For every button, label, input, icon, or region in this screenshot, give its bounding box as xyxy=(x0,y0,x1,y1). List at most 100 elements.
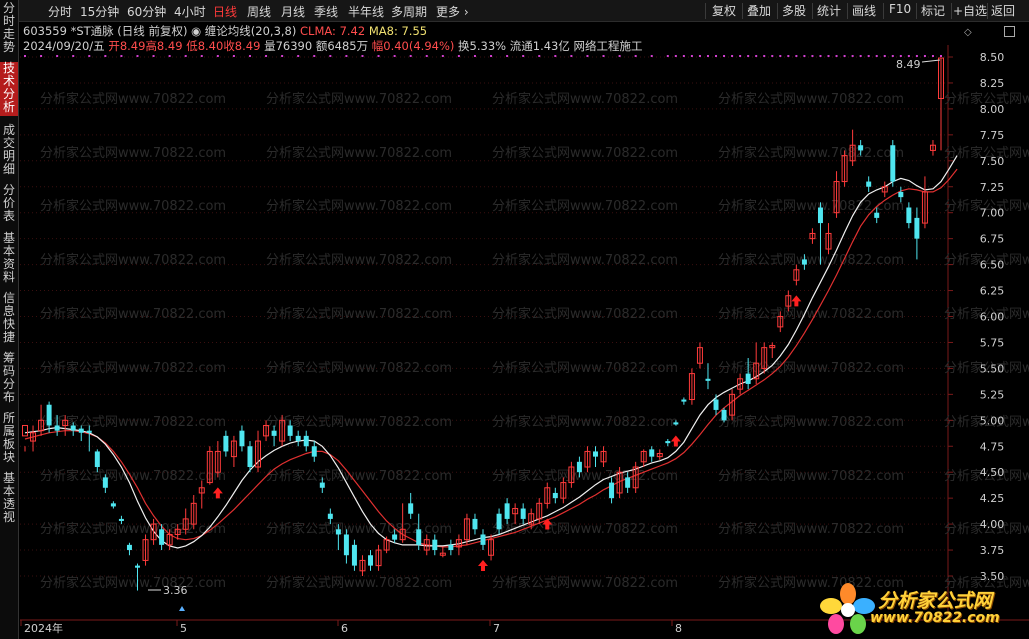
back-button[interactable]: 返回 xyxy=(991,2,1015,20)
sidebar-tab-intraday[interactable]: 分时走势 xyxy=(0,2,18,60)
tab-4hour[interactable]: 4小时 xyxy=(174,3,206,20)
kline-chart[interactable]: 分析家公式网www.70822.com 分析家公式网www.70822.com 分析… xyxy=(0,0,1029,639)
signal-dot xyxy=(232,55,235,57)
candle-body-down xyxy=(416,529,422,545)
candle-body-down xyxy=(303,435,309,447)
signal-dot xyxy=(763,55,766,57)
sidebar-tab-technical[interactable]: 技术分析 xyxy=(0,62,18,116)
watermark-text: 分析家公式网www.70822.com xyxy=(492,306,678,322)
ma8-value: MA8: 7.55 xyxy=(368,24,428,38)
signal-dot xyxy=(731,55,734,57)
candle-body-down xyxy=(906,207,912,224)
candle-body-down xyxy=(135,565,140,568)
indicator-settings-icon[interactable]: ◉ xyxy=(191,24,201,38)
tab-quarterly[interactable]: 季线 xyxy=(314,3,338,20)
sidebar-tab-sectors[interactable]: 所属板块 xyxy=(0,412,18,464)
watermark-text: 分析家公式网www.70822.com xyxy=(718,468,904,484)
tab-daily[interactable]: 日线 xyxy=(213,3,237,20)
candle-body-down xyxy=(504,503,510,519)
watermark-text: 分析家公式网www.70822.com xyxy=(266,306,452,322)
signal-dot xyxy=(827,55,830,57)
buy-arrow xyxy=(791,295,802,307)
signal-dot xyxy=(120,55,123,57)
sidebar-tab-trades[interactable]: 成交明细 xyxy=(0,124,18,176)
watermark-text: 分析家公式网www.70822.com xyxy=(266,252,452,268)
candle-body-down xyxy=(327,513,333,519)
watermark-text: 分析家公式网www.70822.com xyxy=(40,575,226,591)
toolbar-divider xyxy=(847,3,848,19)
signal-dot xyxy=(723,55,726,57)
signal-dot xyxy=(779,55,782,57)
add-watchlist-button[interactable]: +自选 xyxy=(953,2,987,20)
window-restore-icon[interactable] xyxy=(1004,26,1015,37)
tab-15min[interactable]: 15分钟 xyxy=(80,3,119,20)
sidebar-tab-profile[interactable]: 基本资料 xyxy=(0,232,18,284)
signal-dot xyxy=(747,55,750,57)
more-periods-button[interactable]: 更多 › xyxy=(436,3,469,20)
clma-line xyxy=(24,168,958,548)
watermark-text: 分析家公式网www.70822.com xyxy=(492,198,678,214)
x-tick-label: 2024年 xyxy=(24,621,63,635)
candle-body-down xyxy=(480,534,486,545)
signal-dot xyxy=(297,55,300,57)
statistics-button[interactable]: 统计 xyxy=(817,2,841,20)
tab-60min[interactable]: 60分钟 xyxy=(127,3,166,20)
watermark-text: 分析家公式网www.70822.com xyxy=(266,198,452,214)
diamond-icon[interactable]: ◇ xyxy=(964,27,972,38)
x-tick-label: 8 xyxy=(675,622,682,635)
watermark-text: 分析家公式网www.70822.com xyxy=(40,360,226,376)
tab-weekly[interactable]: 周线 xyxy=(247,3,271,20)
candle-body-down xyxy=(472,518,478,530)
sidebar-tab-fundamentals[interactable]: 基本透视 xyxy=(0,472,18,524)
tab-multi-period[interactable]: 多周期 xyxy=(391,3,427,20)
watermark-text: 分析家公式网www.70822.com xyxy=(718,91,904,107)
sidebar-tab-news[interactable]: 信息快捷 xyxy=(0,292,18,344)
f10-button[interactable]: F10 xyxy=(889,2,911,20)
overlay-button[interactable]: 叠加 xyxy=(747,2,771,20)
low-price-marker: 3.36 xyxy=(163,584,188,597)
signal-dot xyxy=(795,55,798,57)
watermark-text: 分析家公式网www.70822.com xyxy=(40,468,226,484)
signal-dot xyxy=(72,55,75,57)
high-marker-leader xyxy=(921,59,941,63)
candle-body-down xyxy=(102,477,108,488)
signal-dot xyxy=(843,55,846,57)
watermark-text: 分析家公式网www.70822.com xyxy=(266,145,452,161)
mark-button[interactable]: 标记 xyxy=(921,2,945,20)
signal-dot xyxy=(819,55,822,57)
signal-dot xyxy=(803,55,806,57)
watermark-text: 分析家公式网www.70822.com xyxy=(718,414,904,430)
signal-dot xyxy=(554,55,557,57)
signal-dot xyxy=(538,55,541,57)
candle-body-down xyxy=(408,503,414,514)
signal-dot xyxy=(739,55,742,57)
stock-name: *ST通脉 xyxy=(70,24,114,38)
indicator-name[interactable]: 缠论均线(20,3,8) xyxy=(205,24,297,38)
watermark-text: 分析家公式网www.70822.com xyxy=(40,306,226,322)
candle-body-down xyxy=(295,435,301,442)
tab-intraday[interactable]: 分时 xyxy=(48,3,72,20)
signal-dot xyxy=(361,55,364,57)
left-vertical-tabs: 分时走势 技术分析 成交明细 分价表 基本资料 信息快捷 筹码分布 所属板块 基… xyxy=(0,0,19,639)
buy-arrow xyxy=(212,487,223,499)
multi-stock-button[interactable]: 多股 xyxy=(782,2,806,20)
signal-dot xyxy=(602,55,605,57)
sidebar-tab-price-table[interactable]: 分价表 xyxy=(0,184,18,224)
watermark-text: 分析家公式网www.70822.com xyxy=(492,414,678,430)
buy-arrow xyxy=(478,560,488,572)
sidebar-tab-chip-distribution[interactable]: 筹码分布 xyxy=(0,352,18,404)
quote-close: 收8.49 xyxy=(223,39,261,53)
candle-body-down xyxy=(673,422,679,425)
tab-half-year[interactable]: 半年线 xyxy=(348,3,384,20)
y-tick-label: 4.50 xyxy=(980,466,1005,479)
x-tick-label: 6 xyxy=(341,622,348,635)
tab-monthly[interactable]: 月线 xyxy=(281,3,305,20)
restore-rights-button[interactable]: 复权 xyxy=(712,2,736,20)
candle-body-down xyxy=(576,461,582,473)
signal-dots-row xyxy=(24,55,942,57)
watermark-text: 分析家公式网www.70822.com xyxy=(40,145,226,161)
watermark-text: 分析家公式网www.70822.com xyxy=(492,521,678,537)
draw-line-button[interactable]: 画线 xyxy=(852,2,876,20)
quote-amount: 额6485万 xyxy=(315,39,369,53)
y-tick-label: 5.50 xyxy=(980,362,1005,375)
